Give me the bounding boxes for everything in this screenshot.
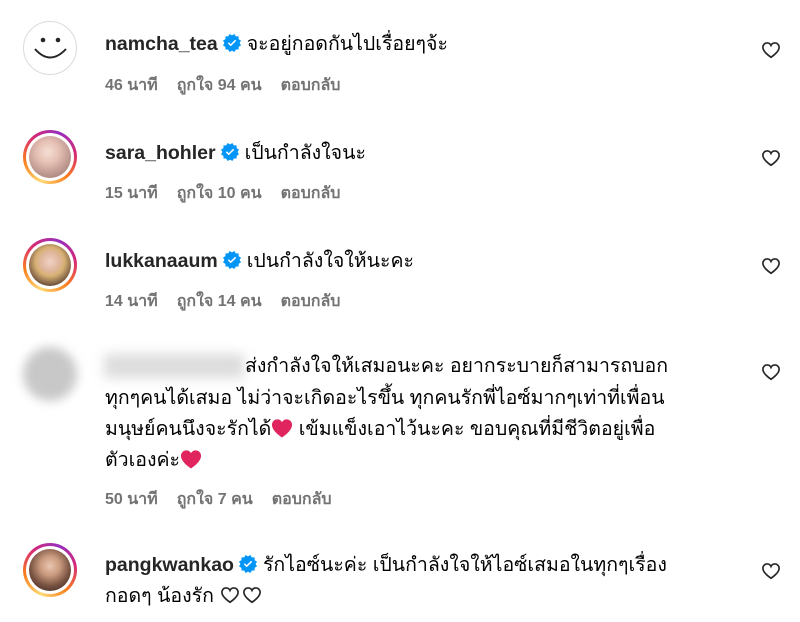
heart-outline-icon[interactable] — [761, 148, 781, 168]
comment-text: จะอยู่กอดกันไปเรื่อยๆจ้ะ — [246, 33, 448, 55]
avatar-photo — [29, 136, 71, 178]
blurred-username — [104, 354, 244, 378]
avatar[interactable] — [23, 238, 77, 292]
comment-text: มนุษย์คนนึงจะรักได้ เข้มแข็งเอาไว้นะคะ ข… — [105, 418, 656, 440]
comment-body: namcha_tea จะอยู่กอดกันไปเรื่อยๆจ้ะ — [105, 28, 725, 60]
comment-likes[interactable]: ถูกใจ 10 คน — [177, 185, 262, 202]
comment-meta: 15 นาที ถูกใจ 10 คน ตอบกลับ — [105, 181, 359, 206]
heart-outline-icon[interactable] — [761, 256, 781, 276]
comment-meta: 14 นาที ถูกใจ 14 คน ตอบกลับ — [105, 289, 359, 314]
reply-button[interactable]: ตอบกลับ — [281, 185, 341, 202]
comment-likes[interactable]: ถูกใจ 7 คน — [177, 491, 253, 508]
reply-button[interactable]: ตอบกลับ — [281, 293, 341, 310]
comment-text: เปนกำลังใจให้นะคะ — [246, 250, 414, 272]
reply-button[interactable]: ตอบกลับ — [281, 77, 341, 94]
comment-text: กอดๆ น้องรัก — [105, 585, 214, 607]
comment-text: เป็นกำลังใจนะ — [244, 142, 366, 164]
verified-badge-icon — [223, 34, 241, 52]
comment-text: ทุกๆคนได้เสมอ ไม่ว่าจะเกิดอะไรขึ้น ทุกคน… — [105, 387, 665, 409]
comment-likes[interactable]: ถูกใจ 94 คน — [177, 77, 262, 94]
avatar[interactable] — [23, 21, 77, 75]
comment-text: ส่งกำลังใจให้เสมอนะคะ อยากระบายก็สามารถบ… — [245, 355, 669, 377]
red-heart-emoji — [271, 418, 293, 438]
comment-meta: 50 นาที ถูกใจ 7 คน ตอบกลับ — [105, 487, 351, 512]
comment-likes[interactable]: ถูกใจ 14 คน — [177, 293, 262, 310]
comment-text: รักไอซ์นะค่ะ เป็นกำลังใจให้ไอซ์เสมอในทุก… — [262, 554, 667, 576]
comment-time: 15 นาที — [105, 185, 158, 202]
heart-outline-icon[interactable] — [761, 362, 781, 382]
red-heart-emoji — [180, 449, 202, 469]
avatar-photo — [29, 549, 71, 591]
comment-username[interactable]: namcha_tea — [105, 33, 218, 55]
comment-time: 46 นาที — [105, 77, 158, 94]
comment-username[interactable]: pangkwankao — [105, 554, 234, 576]
comment-body: lukkanaaum เปนกำลังใจให้นะคะ — [105, 245, 725, 277]
comment-username[interactable]: sara_hohler — [105, 142, 216, 164]
verified-badge-icon — [223, 251, 241, 269]
comment-time: 14 นาที — [105, 293, 158, 310]
comment-username[interactable]: lukkanaaum — [105, 250, 218, 272]
heart-outline-icon[interactable] — [761, 561, 781, 581]
comment-meta: 46 นาที ถูกใจ 94 คน ตอบกลับ — [105, 73, 359, 98]
verified-badge-icon — [221, 143, 239, 161]
avatar[interactable] — [23, 130, 77, 184]
smiley-avatar-icon — [34, 37, 67, 59]
heart-outline-icon[interactable] — [761, 40, 781, 60]
comment-time: 50 นาที — [105, 491, 158, 508]
reply-button[interactable]: ตอบกลับ — [272, 491, 332, 508]
verified-badge-icon — [239, 555, 257, 573]
white-heart-emoji — [241, 585, 263, 605]
comment-body: กอดๆ น้องรัก — [105, 580, 725, 612]
comment-body: pangkwankao รักไอซ์นะค่ะ เป็นกำลังใจให้ไอ… — [105, 549, 725, 581]
comment-body: sara_hohler เป็นกำลังใจนะ — [105, 137, 725, 169]
comment-text: ตัวเองค่ะ — [105, 444, 725, 476]
white-heart-emoji — [219, 585, 241, 605]
blurred-avatar[interactable] — [23, 347, 77, 401]
avatar[interactable] — [23, 543, 77, 597]
avatar-photo — [29, 244, 71, 286]
